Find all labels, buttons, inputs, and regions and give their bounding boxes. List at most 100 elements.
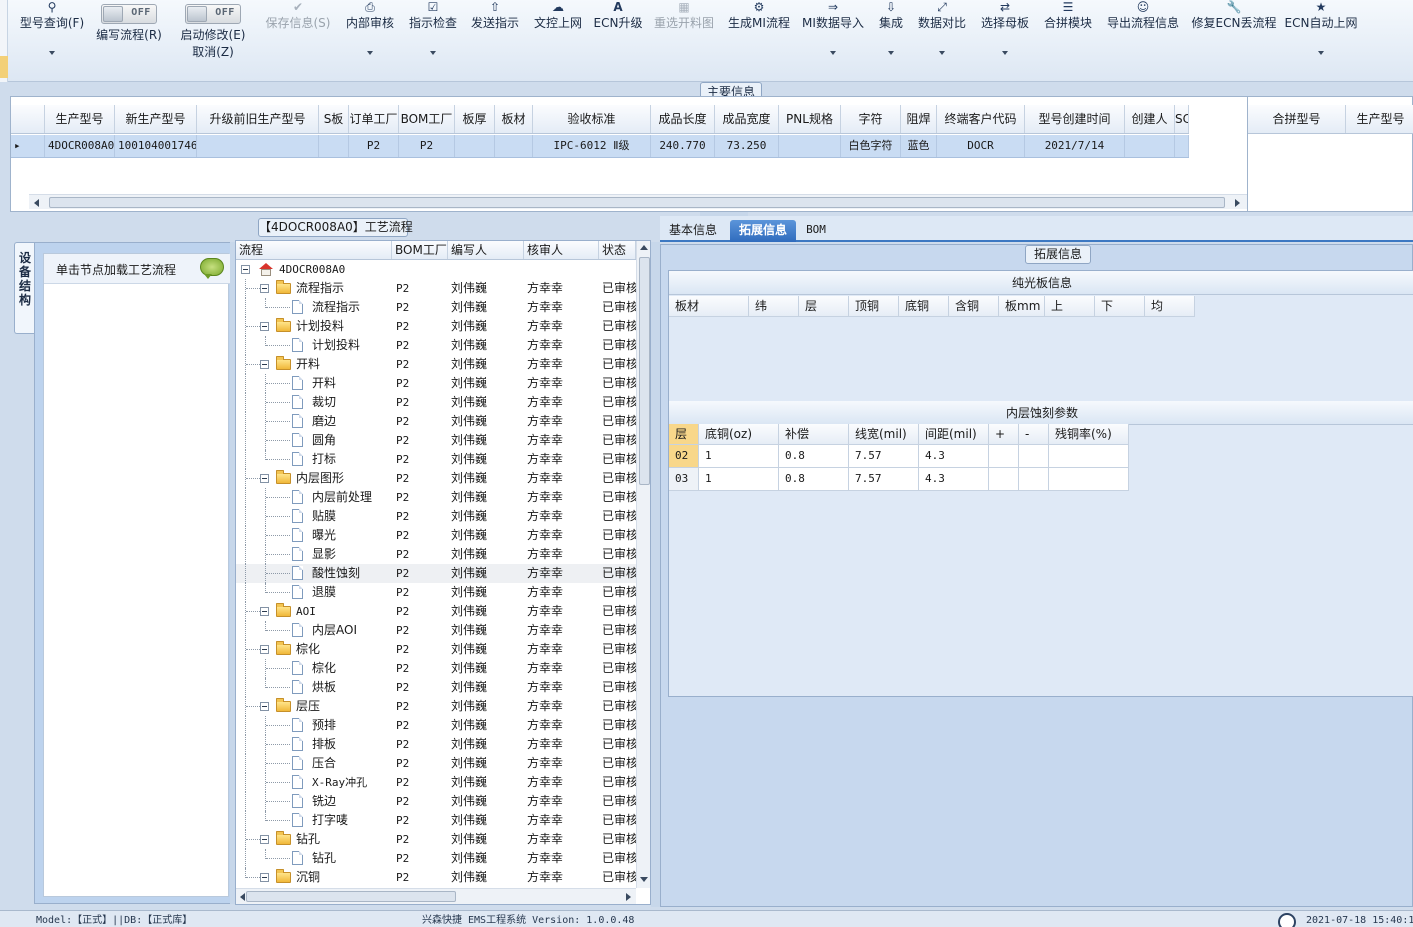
collapse-icon[interactable] — [260, 322, 269, 331]
ecn-upgrade-button[interactable]: A ECN升级 — [592, 0, 644, 70]
tree-step-row[interactable]: 贴膜 P2 刘伟巍 方幸幸 已审核 — [236, 507, 636, 526]
tree-group-row[interactable]: 开料 P2 刘伟巍 方幸幸 已审核 — [236, 355, 636, 374]
column-header[interactable]: 状态 — [599, 241, 636, 259]
column-header[interactable]: 底铜 — [899, 296, 949, 317]
tree-step-row[interactable]: 曝光 P2 刘伟巍 方幸幸 已审核 — [236, 526, 636, 545]
tree-step-row[interactable]: 烘板 P2 刘伟巍 方幸幸 已审核 — [236, 678, 636, 697]
table-cell[interactable]: 10010400174698 — [115, 135, 197, 157]
tree-step-row[interactable]: 酸性蚀刻 P2 刘伟巍 方幸幸 已审核 — [236, 564, 636, 583]
write-flow-toggle[interactable]: OFF 编写流程(R) — [92, 0, 166, 43]
table-cell[interactable]: 240.770 — [651, 135, 715, 157]
cancel-modify-label[interactable]: 取消(Z) — [174, 43, 252, 60]
table-cell[interactable]: 蓝色 — [901, 135, 937, 157]
column-header[interactable]: S板 — [319, 105, 349, 133]
column-header[interactable]: 创建人 — [1125, 105, 1175, 133]
select-mother-button[interactable]: ⇄ 选择母板 — [976, 0, 1034, 70]
data-compare-button[interactable]: ⤢ 数据对比 — [914, 0, 970, 70]
column-header[interactable]: + — [989, 424, 1019, 445]
table-cell[interactable] — [1175, 135, 1189, 157]
internal-review-button[interactable]: ⎙ 内部审核 — [340, 0, 400, 70]
table-row[interactable]: 03 1 0.8 7.57 4.3 — [669, 468, 1129, 491]
tab-bom[interactable]: BOM — [802, 220, 830, 242]
ecn-auto-button[interactable]: ★ ECN自动上网 — [1284, 0, 1358, 70]
table-cell[interactable]: P2 — [349, 135, 399, 157]
integrate-button[interactable]: ⇩ 集成 — [872, 0, 910, 70]
column-header[interactable]: 终端客户代码 — [937, 105, 1025, 133]
column-header[interactable]: 流程 — [236, 241, 392, 259]
layer-cell[interactable]: 03 — [669, 468, 699, 491]
column-header[interactable]: 板mm — [999, 296, 1045, 317]
collapse-icon[interactable] — [241, 265, 250, 274]
collapse-icon[interactable] — [260, 360, 269, 369]
tree-group-row[interactable]: 钻孔 P2 刘伟巍 方幸幸 已审核 — [236, 830, 636, 849]
tree-step-row[interactable]: 压合 P2 刘伟巍 方幸幸 已审核 — [236, 754, 636, 773]
mi-import-button[interactable]: ⇒ MI数据导入 — [798, 0, 868, 70]
column-header[interactable]: PNL规格 — [779, 105, 841, 133]
collapse-icon[interactable] — [260, 284, 269, 293]
column-header[interactable]: 阻焊 — [901, 105, 937, 133]
column-header[interactable]: 合拼型号 — [1248, 105, 1346, 133]
tree-step-row[interactable]: 磨边 P2 刘伟巍 方幸幸 已审核 — [236, 412, 636, 431]
tree-root[interactable]: 4DOCR008A0 — [236, 260, 636, 279]
column-header[interactable]: 均 — [1145, 296, 1195, 317]
scroll-left-icon[interactable] — [34, 199, 39, 207]
column-header[interactable]: 层 — [669, 424, 699, 445]
table-cell[interactable] — [1125, 135, 1175, 157]
table-cell[interactable] — [319, 135, 349, 157]
gen-mi-button[interactable]: ⚙ 生成MI流程 — [724, 0, 794, 70]
table-cell[interactable] — [495, 135, 533, 157]
column-header[interactable]: 升级前旧生产型号 — [197, 105, 319, 133]
merge-module-button[interactable]: ☰ 合拼模块 — [1040, 0, 1096, 70]
column-header[interactable]: 订单工厂 — [349, 105, 399, 133]
table-cell[interactable] — [1049, 445, 1129, 468]
tree-group-row[interactable]: 计划投料 P2 刘伟巍 方幸幸 已审核 — [236, 317, 636, 336]
tree-step-row[interactable]: 退膜 P2 刘伟巍 方幸幸 已审核 — [236, 583, 636, 602]
send-indicator-button[interactable]: ⇧ 发送指示 — [466, 0, 524, 70]
table-cell[interactable]: P2 — [399, 135, 455, 157]
column-header[interactable]: BOM工厂 — [392, 241, 448, 259]
reselect-cutting-button[interactable]: ▦ 重选开料图 — [650, 0, 718, 70]
table-cell[interactable]: 1 — [699, 468, 779, 491]
scroll-thumb[interactable] — [49, 197, 1225, 208]
save-button[interactable]: ✔ 保存信息(S) — [260, 0, 336, 70]
scroll-left-icon[interactable] — [240, 893, 245, 901]
tree-step-row[interactable]: 裁切 P2 刘伟巍 方幸幸 已审核 — [236, 393, 636, 412]
table-cell[interactable]: IPC-6012 Ⅱ级 — [533, 135, 651, 157]
column-header[interactable]: 补偿 — [779, 424, 849, 445]
scroll-thumb[interactable] — [639, 257, 650, 485]
tree-step-row[interactable]: 圆角 P2 刘伟巍 方幸幸 已审核 — [236, 431, 636, 450]
flow-tree-vscroll[interactable] — [636, 241, 650, 888]
tree-step-row[interactable]: 显影 P2 刘伟巍 方幸幸 已审核 — [236, 545, 636, 564]
start-modify-toggle[interactable]: OFF 启动修改(E) 取消(Z) — [174, 0, 252, 60]
tree-group-row[interactable]: 沉铜 P2 刘伟巍 方幸幸 已审核 — [236, 868, 636, 887]
column-header[interactable]: 残铜率(%) — [1049, 424, 1129, 445]
table-row[interactable]: ▸4DOCR008A010010400174698 P2P2 IPC-6012 Ⅱ级… — [11, 135, 1189, 158]
tree-step-row[interactable]: 内层前处理 P2 刘伟巍 方幸幸 已审核 — [236, 488, 636, 507]
tree-group-row[interactable]: AOI P2 刘伟巍 方幸幸 已审核 — [236, 602, 636, 621]
column-header[interactable]: 生产型号 — [1346, 105, 1413, 133]
tree-step-row[interactable]: 预排 P2 刘伟巍 方幸幸 已审核 — [236, 716, 636, 735]
column-header[interactable]: - — [1019, 424, 1049, 445]
table-cell[interactable] — [989, 468, 1019, 491]
column-header[interactable]: 字符 — [841, 105, 901, 133]
table-cell[interactable]: 7.57 — [849, 445, 919, 468]
column-header[interactable]: 下 — [1095, 296, 1145, 317]
column-header[interactable]: 成品长度 — [651, 105, 715, 133]
table-cell[interactable]: 4DOCR008A0 — [45, 135, 115, 157]
table-cell[interactable] — [989, 445, 1019, 468]
table-cell[interactable] — [1019, 468, 1049, 491]
column-header[interactable]: 底铜(oz) — [699, 424, 779, 445]
column-header[interactable]: 板厚 — [455, 105, 495, 133]
collapse-icon[interactable] — [260, 702, 269, 711]
column-header[interactable]: 上 — [1045, 296, 1095, 317]
column-header[interactable]: BOM工厂 — [399, 105, 455, 133]
table-cell[interactable] — [1019, 445, 1049, 468]
column-header[interactable]: 生产型号 — [45, 105, 115, 133]
column-header[interactable]: 型号创建时间 — [1025, 105, 1125, 133]
table-cell[interactable] — [197, 135, 319, 157]
table-cell[interactable]: 白色字符 — [841, 135, 901, 157]
tab-basic-info[interactable]: 基本信息 — [664, 220, 722, 242]
column-header[interactable]: 间距(mil) — [919, 424, 989, 445]
query-button[interactable]: ⚲ 型号查询(F) — [14, 0, 90, 70]
column-header[interactable]: 线宽(mil) — [849, 424, 919, 445]
